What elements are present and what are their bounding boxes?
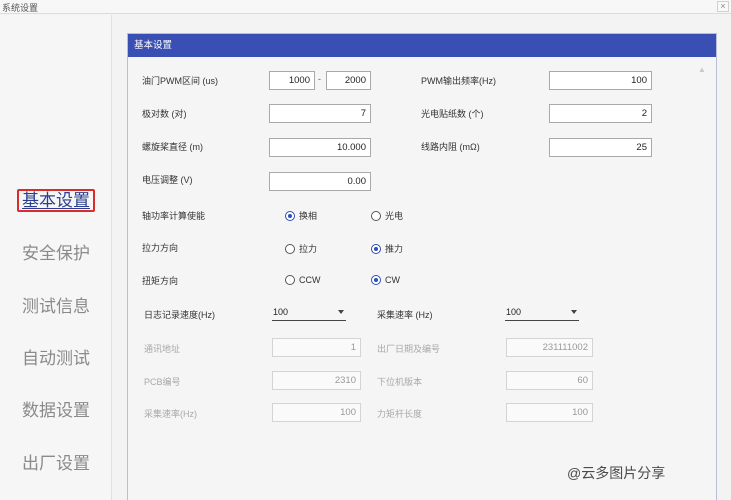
pole-pairs-label: 极对数 (对) bbox=[142, 109, 187, 119]
optical-stickers-label: 光电贴纸数 (个) bbox=[421, 109, 484, 119]
radio-selected-icon bbox=[371, 275, 381, 285]
close-icon[interactable]: × bbox=[717, 1, 729, 12]
torque-dir-label: 扭矩方向 bbox=[142, 276, 179, 286]
range-separator: - bbox=[318, 74, 321, 84]
watermark: @云多图片分享 bbox=[567, 465, 666, 481]
sample-rate2-label: 采集速率(Hz) bbox=[144, 409, 197, 419]
throttle-pwm-label: 油门PWM区间 (us) bbox=[142, 76, 218, 86]
line-resistance-input[interactable]: 25 bbox=[549, 138, 652, 157]
sidebar-item-label: 自动测试 bbox=[22, 349, 90, 368]
sample-rate-select[interactable]: 100 bbox=[505, 304, 579, 321]
torque-arm-label: 力矩杆长度 bbox=[377, 409, 423, 419]
pcb-no-label: PCB编号 bbox=[144, 377, 181, 387]
radio-selected-icon bbox=[285, 210, 295, 221]
radio-ccw[interactable]: CCW bbox=[285, 275, 321, 285]
lower-version-label: 下位机版本 bbox=[377, 377, 423, 387]
radio-unselected-icon bbox=[371, 210, 381, 221]
voltage-adjust-input[interactable]: 0.00 bbox=[269, 172, 371, 191]
sidebar-item-test-info[interactable]: 测试信息 bbox=[0, 292, 112, 322]
sample-rate2-input: 100 bbox=[272, 403, 361, 422]
pole-pairs-input[interactable]: 7 bbox=[269, 104, 371, 123]
torque-arm-input: 100 bbox=[506, 403, 593, 422]
factory-date-label: 出厂日期及编号 bbox=[377, 344, 441, 354]
basic-settings-panel: 基本设置 ▲ 油门PWM区间 (us) 1000 - 2000 PWM输出频率(… bbox=[127, 33, 717, 500]
sidebar-item-label: 基本设置 bbox=[17, 189, 95, 212]
prop-diameter-label: 螺旋桨直径 (m) bbox=[142, 142, 203, 152]
prop-diameter-input[interactable]: 10.000 bbox=[269, 138, 371, 157]
pcb-no-input: 2310 bbox=[272, 371, 361, 390]
chevron-down-icon bbox=[338, 310, 344, 314]
radio-cw[interactable]: CW bbox=[371, 275, 400, 285]
radio-selected-icon bbox=[371, 243, 381, 254]
radio-unselected-icon bbox=[285, 243, 295, 254]
throttle-pwm-min-input[interactable]: 1000 bbox=[269, 71, 315, 90]
chevron-down-icon bbox=[571, 310, 577, 314]
optical-stickers-input[interactable]: 2 bbox=[549, 104, 652, 123]
line-resistance-label: 线路内阻 (mΩ) bbox=[421, 142, 480, 152]
radio-label: 拉力 bbox=[299, 244, 318, 254]
radio-pull[interactable]: 拉力 bbox=[285, 242, 317, 255]
radio-label: 推力 bbox=[385, 244, 404, 254]
throttle-pwm-max-input[interactable]: 2000 bbox=[326, 71, 371, 90]
sidebar-item-basic-settings[interactable]: 基本设置 bbox=[0, 186, 112, 216]
log-speed-label: 日志记录速度(Hz) bbox=[144, 310, 215, 320]
shaft-power-label: 轴功率计算使能 bbox=[142, 211, 206, 221]
sidebar-item-label: 出厂设置 bbox=[22, 454, 90, 473]
radio-commutation[interactable]: 换相 bbox=[285, 209, 317, 222]
select-value: 100 bbox=[506, 307, 522, 317]
radio-label: 光电 bbox=[385, 211, 404, 221]
sidebar-item-label: 测试信息 bbox=[22, 297, 90, 316]
sidebar-item-safety-protection[interactable]: 安全保护 bbox=[0, 239, 112, 269]
log-speed-select[interactable]: 100 bbox=[272, 304, 346, 321]
sidebar-item-label: 数据设置 bbox=[22, 401, 90, 420]
window-title: 系统设置 bbox=[2, 3, 39, 13]
voltage-adjust-label: 电压调整 (V) bbox=[142, 175, 193, 185]
pwm-freq-input[interactable]: 100 bbox=[549, 71, 652, 90]
sample-rate-label: 采集速率 (Hz) bbox=[377, 310, 433, 320]
radio-label: CCW bbox=[299, 275, 321, 285]
pwm-freq-label: PWM输出频率(Hz) bbox=[421, 76, 496, 86]
factory-date-input: 231111002 bbox=[506, 338, 593, 357]
settings-window: 系统设置 × 基本设置 安全保护 测试信息 自动测试 数据设置 出厂设置 基本设… bbox=[0, 0, 731, 500]
radio-label: 换相 bbox=[299, 211, 318, 221]
panel-title: 基本设置 bbox=[128, 34, 716, 57]
title-bar: 系统设置 × bbox=[0, 0, 731, 14]
sidebar-item-data-settings[interactable]: 数据设置 bbox=[0, 396, 112, 426]
sidebar-item-label: 安全保护 bbox=[22, 244, 90, 263]
radio-photoelectric[interactable]: 光电 bbox=[371, 209, 403, 222]
sidebar: 基本设置 安全保护 测试信息 自动测试 数据设置 出厂设置 bbox=[0, 15, 112, 500]
sidebar-item-auto-test[interactable]: 自动测试 bbox=[0, 344, 112, 374]
radio-label: CW bbox=[385, 275, 400, 285]
radio-push[interactable]: 推力 bbox=[371, 242, 403, 255]
sidebar-item-factory-settings[interactable]: 出厂设置 bbox=[0, 449, 112, 479]
radio-unselected-icon bbox=[285, 275, 295, 285]
lower-version-input: 60 bbox=[506, 371, 593, 390]
select-value: 100 bbox=[273, 307, 289, 317]
scroll-up-icon[interactable]: ▲ bbox=[698, 66, 708, 74]
comm-addr-input: 1 bbox=[272, 338, 361, 357]
comm-addr-label: 通讯地址 bbox=[144, 344, 181, 354]
tension-dir-label: 拉力方向 bbox=[142, 243, 179, 253]
